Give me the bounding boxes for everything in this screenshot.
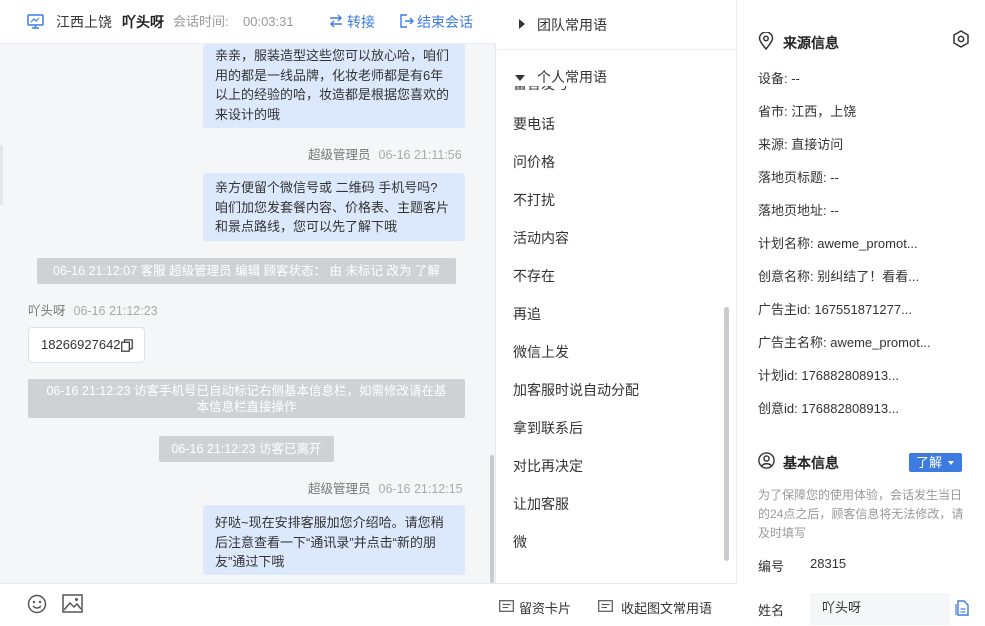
phrase-scrollbar[interactable] <box>724 307 729 561</box>
source-row: 广告主名称: aweme_promot... <box>758 335 931 350</box>
source-row: 省市: 江西，上饶 <box>758 104 857 119</box>
system-note: 06-16 21:12:07 客服 超级管理员 编辑 顾客状态： 由 未标记 改… <box>37 258 456 284</box>
basic-info-title: 基本信息 <box>783 455 839 471</box>
agent-message-bubble: 亲方便留个微信号或 二维码 手机号吗? 咱们加您发套餐内容、价格表、主题客片 和… <box>203 173 465 241</box>
message-line: 亲亲，服装造型这些您可以放心哈，咱们 <box>215 48 450 63</box>
team-phrases-group[interactable]: 团队常用语 <box>497 0 737 50</box>
transfer-icon[interactable] <box>328 13 344 29</box>
phrase-item-clipped[interactable]: 留言发号 <box>497 86 737 94</box>
phrase-item[interactable]: 拿到联系后 <box>513 419 583 437</box>
collapse-phrases-button[interactable]: 收起图文常用语 <box>621 598 712 617</box>
phrase-item[interactable]: 微信上发 <box>513 343 569 361</box>
message-time: 06-16 21:11:56 <box>378 148 462 162</box>
system-note-line: 本信息栏直接操作 <box>196 400 297 414</box>
message-line: 以上的经验的哈，妆造都是根据您喜欢的 <box>215 87 450 102</box>
monitor-icon <box>27 14 44 29</box>
source-row: 创意id: 176882808913... <box>758 401 899 416</box>
system-note: 06-16 21:12:23 访客已离开 <box>159 436 334 462</box>
panel-edge <box>0 145 3 205</box>
agent-message-bubble: 好哒~现在安排客服加您介绍哈。请您稍 后注意查看一下“通讯录”并点击“新的朋 友… <box>203 505 465 575</box>
chat-header: 江西上饶 吖头呀 会话时间: 00:03:31 转接 结束会话 <box>0 0 496 44</box>
message-meta: 吖头呀 06-16 21:12:23 <box>28 303 158 319</box>
message-line: 和景点路线，您可以先了解下哦 <box>215 219 398 234</box>
sender-name: 超级管理员 <box>308 148 371 162</box>
message-line: 好哒~现在安排客服加您介绍哈。请您稍 <box>215 515 444 530</box>
location-pin-icon <box>758 32 774 50</box>
card-icon[interactable] <box>598 600 613 612</box>
message-meta: 超级管理员 06-16 21:11:56 <box>308 147 462 163</box>
chat-scrollbar[interactable] <box>490 455 494 583</box>
copy-icon[interactable] <box>121 339 133 352</box>
phrase-item[interactable]: 对比再决定 <box>513 457 583 475</box>
caret-down-icon <box>515 75 525 81</box>
phrase-item[interactable]: 问价格 <box>513 153 555 171</box>
caret-down-icon <box>948 461 954 465</box>
lead-card-button[interactable]: 留资卡片 <box>519 598 571 617</box>
phrase-item[interactable]: 不打扰 <box>513 191 555 209</box>
phrase-item[interactable]: 要电话 <box>513 115 555 133</box>
image-icon[interactable] <box>62 594 83 613</box>
source-row: 计划id: 176882808913... <box>758 368 899 383</box>
edit-deadline-note: 为了保障您的使用体验，会话发生当日的24点之后，顾客信息将无法修改，请及时填写 <box>758 488 964 540</box>
visitor-info-panel: 来源信息 设备: -- 省市: 江西，上饶 来源: 直接访问 落地页标题: --… <box>738 0 985 626</box>
message-line: 友”通过下哦 <box>215 554 285 569</box>
chat-panel: 江西上饶 吖头呀 会话时间: 00:03:31 转接 结束会话 亲亲，服装造型这… <box>0 0 496 626</box>
visitor-phone-card: 18266927642 <box>28 327 145 363</box>
visitor-name: 吖头呀 <box>122 14 164 30</box>
settings-icon[interactable] <box>952 30 970 48</box>
source-row: 广告主id: 167551871277... <box>758 302 912 317</box>
customer-status-dropdown[interactable]: 了解 <box>909 453 962 472</box>
id-label: 编号 <box>758 559 785 574</box>
system-note: 06-16 21:12:23 访客手机号已自动标记右侧基本信息栏，如需修改请在基… <box>28 379 465 418</box>
sender-name: 吖头呀 <box>28 304 66 318</box>
message-line: 咱们加您发套餐内容、价格表、主题客片 <box>215 199 450 215</box>
emoji-icon[interactable] <box>27 594 47 614</box>
source-info-title: 来源信息 <box>783 35 839 51</box>
message-line: 后注意查看一下“通讯录”并点击“新的朋 <box>215 534 436 550</box>
sender-name: 超级管理员 <box>308 482 371 496</box>
source-row: 来源: 直接访问 <box>758 137 844 152</box>
message-line: 来设计的哦 <box>215 106 281 122</box>
message-meta: 超级管理员 06-16 21:12:15 <box>308 481 463 497</box>
phrase-item[interactable]: 活动内容 <box>513 229 569 247</box>
system-note-line: 06-16 21:12:23 访客手机号已自动标记右侧基本信息栏，如需修改请在基 <box>46 384 447 398</box>
caret-right-icon <box>519 19 525 29</box>
phrase-item-label: 留言发号 <box>513 86 569 94</box>
source-row: 落地页地址: -- <box>758 203 839 218</box>
phrase-item[interactable]: 让加客服 <box>513 495 569 513</box>
document-icon[interactable] <box>955 600 969 616</box>
card-icon[interactable] <box>499 600 514 612</box>
name-label: 姓名 <box>758 603 785 618</box>
message-line: 用的都是一线品牌，化妆老师都是有6年 <box>215 67 444 83</box>
end-session-button[interactable]: 结束会话 <box>417 13 473 31</box>
visitor-phone: 18266927642 <box>41 337 121 352</box>
session-time-label: 会话时间: <box>173 14 229 29</box>
message-time: 06-16 21:12:15 <box>378 482 463 496</box>
session-time-value: 00:03:31 <box>243 14 294 29</box>
source-row: 计划名称: aweme_promot... <box>758 236 918 251</box>
logout-icon[interactable] <box>399 13 414 29</box>
personal-phrases-group[interactable]: 个人常用语 <box>497 52 737 102</box>
agent-message-bubble: 亲亲，服装造型这些您可以放心哈，咱们 用的都是一线品牌，化妆老师都是有6年 以上… <box>203 44 465 128</box>
source-row: 创意名称: 别纠结了！看看... <box>758 269 920 284</box>
user-circle-icon <box>758 452 775 469</box>
phrase-footer: 留资卡片 收起图文常用语 <box>497 583 737 626</box>
chat-input-toolbar <box>0 583 496 626</box>
phrase-item[interactable]: 加客服时说自动分配 <box>513 381 639 399</box>
visitor-region: 江西上饶 <box>56 14 112 30</box>
personal-phrases-label: 个人常用语 <box>537 69 607 85</box>
transfer-button[interactable]: 转接 <box>347 13 375 31</box>
phrase-item[interactable]: 微 <box>513 533 527 551</box>
source-row: 设备: -- <box>758 71 800 86</box>
customer-status-value: 了解 <box>916 455 943 470</box>
source-row: 落地页标题: -- <box>758 170 839 185</box>
team-phrases-label: 团队常用语 <box>537 17 607 33</box>
name-input[interactable]: 吖头呀 <box>810 593 950 625</box>
id-value: 28315 <box>810 556 847 571</box>
message-time: 06-16 21:12:23 <box>73 304 158 318</box>
phrase-item[interactable]: 不存在 <box>513 267 555 285</box>
phrase-panel: 团队常用语 个人常用语 留言发号 要电话 问价格 不打扰 活动内容 不存在 再追… <box>497 0 737 626</box>
message-line: 亲方便留个微信号或 二维码 手机号吗? <box>215 180 438 195</box>
phrase-item[interactable]: 再追 <box>513 305 541 323</box>
